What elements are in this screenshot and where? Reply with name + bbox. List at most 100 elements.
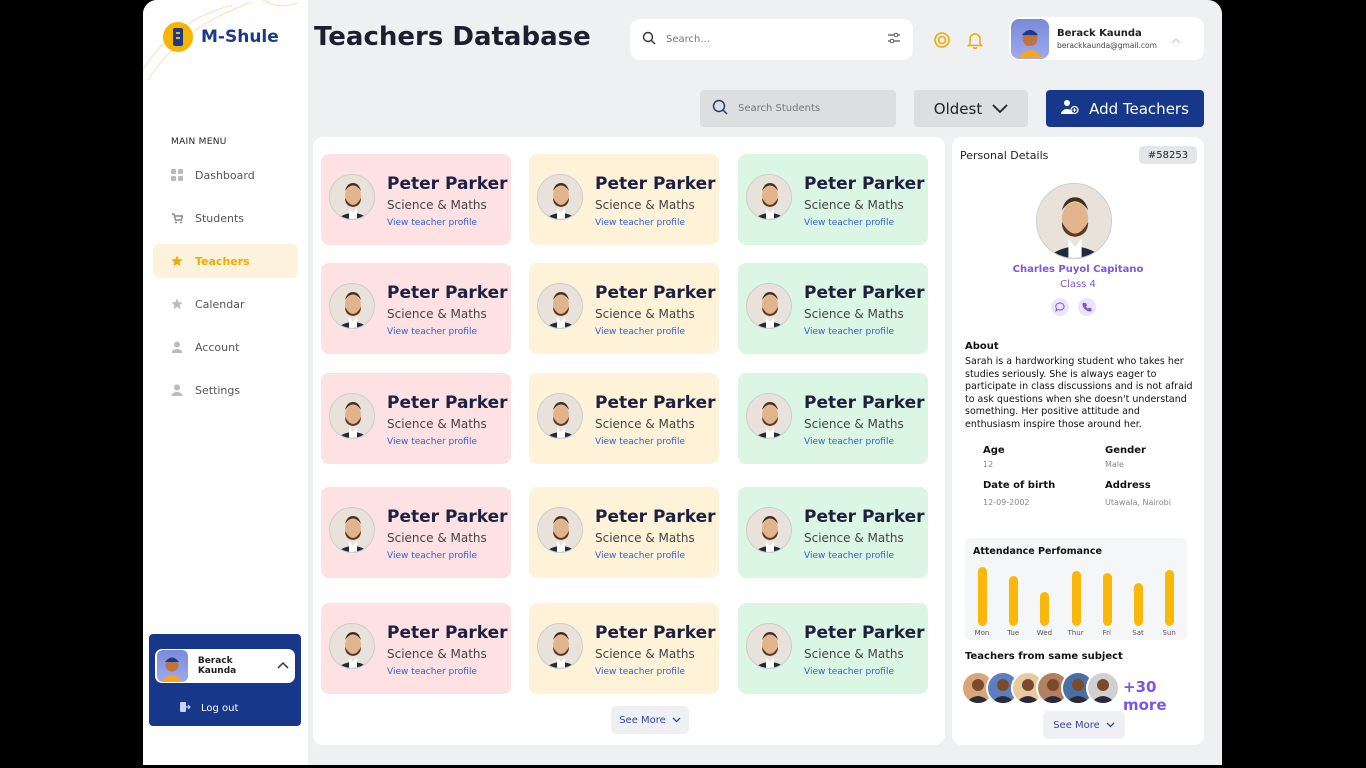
teacher-card-subject: Science & Maths (595, 647, 695, 661)
teacher-name: Charles Puyol Capitano (1012, 264, 1144, 275)
teacher-photo (746, 283, 792, 329)
logout-label: Log out (201, 703, 239, 714)
view-teacher-profile-link[interactable]: View teacher profile (804, 327, 894, 337)
teacher-card-name: Peter Parker (595, 283, 716, 303)
sidebar-item-dashboard[interactable]: Dashboard (153, 158, 298, 192)
profile-menu[interactable]: Berack Kaunda berackkaunda@gmail.com (1009, 17, 1204, 60)
teacher-card-name: Peter Parker (804, 507, 925, 527)
teacher-card[interactable]: Peter Parker Science & Maths View teacher … (738, 154, 928, 245)
add-teachers-button[interactable]: Add Teachers (1046, 90, 1204, 127)
teacher-photo (329, 623, 375, 669)
view-teacher-profile-link[interactable]: View teacher profile (387, 437, 477, 447)
view-teacher-profile-link[interactable]: View teacher profile (595, 551, 685, 561)
view-teacher-profile-link[interactable]: View teacher profile (804, 667, 894, 677)
see-more-label: See More (619, 714, 666, 726)
see-more-button[interactable]: See More (611, 706, 689, 734)
address-value: Utawala, Nairobi (1105, 498, 1171, 507)
message-icon[interactable] (1051, 298, 1069, 316)
logo-icon (163, 22, 193, 52)
teacher-card-name: Peter Parker (595, 623, 716, 643)
star-icon (171, 298, 183, 310)
teacher-card-subject: Science & Maths (804, 198, 904, 212)
sidebar-item-label: Dashboard (195, 168, 255, 182)
day-label: Thur (1067, 629, 1084, 637)
view-teacher-profile-link[interactable]: View teacher profile (387, 667, 477, 677)
sidebar-user-name: Berack Kaunda (197, 656, 237, 676)
teacher-card[interactable]: Peter Parker Science & Maths View teacher … (529, 263, 719, 354)
avatar (157, 650, 188, 682)
view-teacher-profile-link[interactable]: View teacher profile (387, 218, 477, 228)
teacher-card[interactable]: Peter Parker Science & Maths View teacher … (738, 263, 928, 354)
student-search-input[interactable] (738, 103, 878, 114)
attendance-bar-sun (1165, 570, 1175, 626)
view-teacher-profile-link[interactable]: View teacher profile (387, 327, 477, 337)
teacher-card[interactable]: Peter Parker Science & Maths View teacher … (529, 603, 719, 694)
search-input[interactable] (666, 34, 877, 45)
add-user-icon (1061, 99, 1079, 119)
teacher-card-subject: Science & Maths (804, 417, 904, 431)
sidebar-item-account[interactable]: Account (153, 330, 298, 364)
teacher-card[interactable]: Peter Parker Science & Maths View teacher … (529, 373, 719, 464)
teacher-card[interactable]: Peter Parker Science & Maths View teacher … (738, 373, 928, 464)
profile-email: berackkaunda@gmail.com (1057, 40, 1157, 50)
grid-icon (171, 169, 183, 181)
dob-label: Date of birth (983, 480, 1056, 491)
teacher-card-name: Peter Parker (595, 174, 716, 194)
view-teacher-profile-link[interactable]: View teacher profile (595, 218, 685, 228)
teacher-card[interactable]: Peter Parker Science & Maths View teacher … (321, 154, 511, 245)
filter-icon[interactable] (887, 30, 901, 49)
teacher-card[interactable]: Peter Parker Science & Maths View teacher … (738, 603, 928, 694)
teacher-card[interactable]: Peter Parker Science & Maths View teacher … (529, 154, 719, 245)
sidebar-item-teachers[interactable]: Teachers (153, 244, 298, 278)
cart-icon (171, 212, 183, 224)
gender-label: Gender (1105, 445, 1146, 456)
teacher-card[interactable]: Peter Parker Science & Maths View teacher … (321, 373, 511, 464)
teacher-photo (329, 283, 375, 329)
sidebar-item-settings[interactable]: Settings (153, 373, 298, 407)
view-teacher-profile-link[interactable]: View teacher profile (804, 551, 894, 561)
app-name: M-Shule (201, 27, 279, 47)
sidebar-item-calendar[interactable]: Calendar (153, 287, 298, 321)
day-label: Mon (974, 629, 990, 637)
sidebar-item-label: Settings (195, 383, 241, 397)
see-more-button[interactable]: See More (1043, 711, 1125, 739)
teacher-photo (537, 283, 583, 329)
more-teachers-count[interactable]: +30 more (1123, 678, 1204, 714)
teacher-card[interactable]: Peter Parker Science & Maths View teacher … (321, 263, 511, 354)
age-label: Age (983, 445, 1005, 456)
teacher-photo (537, 507, 583, 553)
see-more-label: See More (1053, 719, 1100, 731)
support-icon[interactable] (933, 31, 951, 49)
teacher-card[interactable]: Peter Parker Science & Maths View teacher … (321, 603, 511, 694)
teacher-card-subject: Science & Maths (595, 531, 695, 545)
view-teacher-profile-link[interactable]: View teacher profile (595, 667, 685, 677)
app-logo[interactable]: M-Shule (163, 22, 279, 52)
bell-icon[interactable] (966, 31, 984, 50)
view-teacher-profile-link[interactable]: View teacher profile (804, 437, 894, 447)
profile-name: Berack Kaunda (1057, 27, 1142, 39)
teacher-card-name: Peter Parker (387, 623, 508, 643)
about-text: Sarah is a hardworking student who takes… (965, 356, 1193, 430)
sort-dropdown[interactable]: Oldest (914, 90, 1028, 127)
day-label: Sun (1162, 629, 1176, 637)
teacher-photo (746, 623, 792, 669)
sidebar-user-toggle[interactable]: Berack Kaunda (155, 649, 295, 683)
view-teacher-profile-link[interactable]: View teacher profile (804, 218, 894, 228)
about-title: About (965, 341, 999, 352)
phone-icon[interactable] (1078, 298, 1096, 316)
teacher-card[interactable]: Peter Parker Science & Maths View teacher … (321, 487, 511, 578)
view-teacher-profile-link[interactable]: View teacher profile (595, 327, 685, 337)
teacher-card-name: Peter Parker (387, 507, 508, 527)
sidebar-item-label: Calendar (195, 297, 245, 311)
view-teacher-profile-link[interactable]: View teacher profile (595, 437, 685, 447)
logout-button[interactable]: Log out (179, 701, 238, 716)
teacher-card[interactable]: Peter Parker Science & Maths View teacher … (529, 487, 719, 578)
view-teacher-profile-link[interactable]: View teacher profile (387, 551, 477, 561)
teacher-card[interactable]: Peter Parker Science & Maths View teacher … (738, 487, 928, 578)
global-search (630, 19, 913, 60)
sidebar-item-students[interactable]: Students (153, 201, 298, 235)
personal-details-panel: Personal Details #58253 Charles Puyol Ca… (952, 137, 1204, 745)
attendance-bar-sat (1134, 582, 1143, 626)
avatar[interactable] (1086, 671, 1120, 705)
teacher-card-subject: Science & Maths (387, 531, 487, 545)
